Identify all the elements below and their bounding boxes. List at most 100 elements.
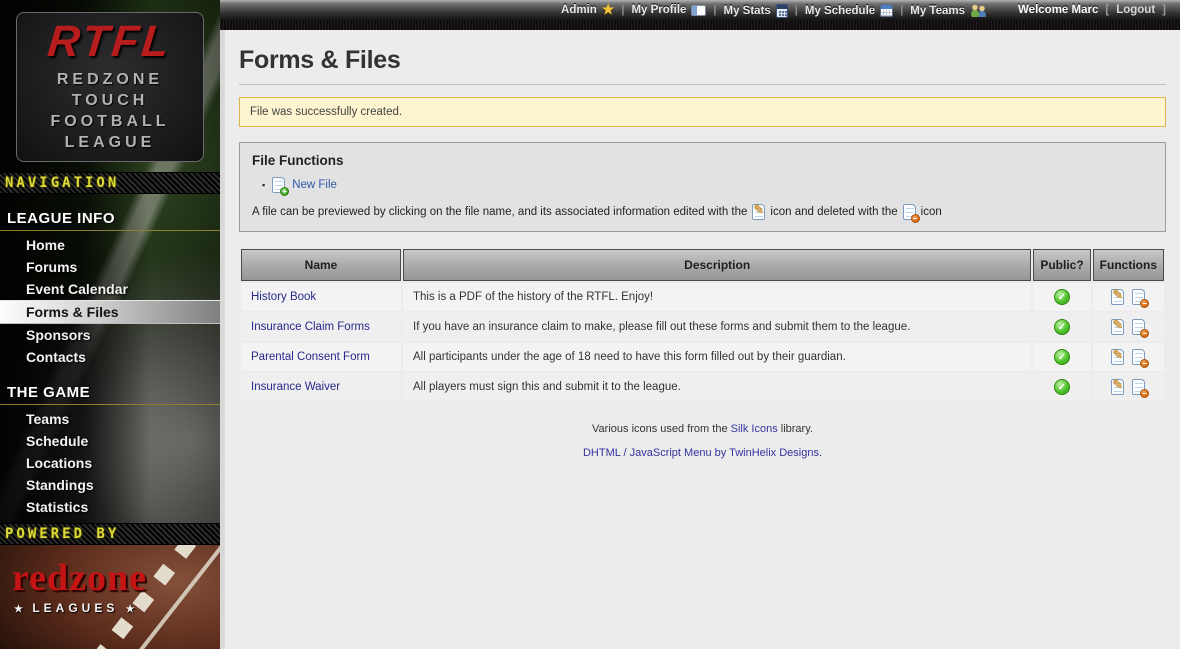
topbar-my-stats-link[interactable]: My Stats bbox=[724, 4, 788, 18]
edit-file-icon[interactable]: ✎ bbox=[1111, 379, 1124, 395]
twinhelix-link[interactable]: DHTML / JavaScript Menu by TwinHelix Des… bbox=[583, 447, 822, 459]
pencil-glyph: ✎ bbox=[1112, 287, 1123, 303]
topbar-separator: | bbox=[900, 4, 903, 16]
edit-file-icon[interactable]: ✎ bbox=[1111, 349, 1124, 365]
vcard-icon bbox=[691, 5, 706, 16]
public-cell: ✓ bbox=[1033, 313, 1090, 341]
delete-file-icon[interactable]: – bbox=[1132, 289, 1145, 305]
sidebar-item-statistics[interactable]: Statistics bbox=[0, 496, 220, 518]
column-header-functions[interactable]: Functions bbox=[1093, 249, 1164, 281]
table-row: Parental Consent Form All participants un… bbox=[241, 343, 1164, 371]
redzone-leagues-text: ★ LEAGUES ★ bbox=[14, 601, 137, 615]
pencil-glyph: ✎ bbox=[1112, 347, 1123, 363]
credit-suffix: library. bbox=[781, 423, 813, 435]
file-functions-title: File Functions bbox=[252, 153, 1153, 168]
file-functions-help: A file can be previewed by clicking on t… bbox=[252, 204, 1153, 220]
delete-file-icon[interactable]: – bbox=[1132, 379, 1145, 395]
calendar-icon bbox=[880, 4, 893, 17]
my-teams-label: My Teams bbox=[910, 5, 965, 17]
sidebar-item-forums[interactable]: Forums bbox=[0, 256, 220, 278]
edit-file-icon[interactable]: ✎ bbox=[1111, 319, 1124, 335]
minus-badge: – bbox=[1140, 299, 1149, 308]
sidebar-item-sponsors[interactable]: Sponsors bbox=[0, 324, 220, 346]
sidebar-section-league-info: LEAGUE INFO Home Forums Event Calendar F… bbox=[0, 194, 220, 368]
sidebar-item-forms-files[interactable]: Forms & Files bbox=[0, 300, 220, 324]
minus-badge: – bbox=[911, 214, 920, 223]
credit-prefix: Various icons used from the bbox=[592, 423, 728, 435]
file-description: All participants under the age of 18 nee… bbox=[403, 343, 1031, 371]
topbar-separator: | bbox=[795, 4, 798, 16]
plus-badge: + bbox=[280, 187, 289, 196]
logo-word: TOUCH bbox=[50, 91, 169, 112]
topbar-my-profile-link[interactable]: My Profile bbox=[631, 4, 706, 16]
flash-message: File was successfully created. bbox=[239, 97, 1166, 127]
public-cell: ✓ bbox=[1033, 283, 1090, 311]
file-name-cell: Insurance Claim Forms bbox=[241, 313, 401, 341]
my-stats-label: My Stats bbox=[724, 5, 771, 17]
main-content: Forms & Files File was successfully crea… bbox=[220, 30, 1180, 649]
column-header-description[interactable]: Description bbox=[403, 249, 1031, 281]
calculator-icon bbox=[776, 4, 788, 18]
column-header-public[interactable]: Public? bbox=[1033, 249, 1090, 281]
public-cell: ✓ bbox=[1033, 373, 1090, 401]
file-name-cell: History Book bbox=[241, 283, 401, 311]
new-file-link[interactable]: New File bbox=[292, 179, 337, 191]
file-name-link[interactable]: Insurance Waiver bbox=[251, 381, 340, 393]
sidebar-item-locations[interactable]: Locations bbox=[0, 452, 220, 474]
pencil-glyph: ✎ bbox=[1112, 317, 1123, 333]
delete-file-icon[interactable]: – bbox=[1132, 319, 1145, 335]
logout-link[interactable]: Logout bbox=[1116, 4, 1155, 16]
bullet-glyph: ▪ bbox=[262, 181, 265, 190]
icons-credit: Various icons used from the Silk Icons l… bbox=[239, 423, 1166, 435]
group-icon bbox=[970, 4, 987, 17]
sidebar-item-home[interactable]: Home bbox=[0, 234, 220, 256]
menu-credit: DHTML / JavaScript Menu by TwinHelix Des… bbox=[239, 447, 1166, 459]
public-check-icon: ✓ bbox=[1054, 379, 1070, 395]
table-row: Insurance Claim Forms If you have an insu… bbox=[241, 313, 1164, 341]
file-description: If you have an insurance claim to make, … bbox=[403, 313, 1031, 341]
minus-badge: – bbox=[1140, 389, 1149, 398]
file-description: This is a PDF of the history of the RTFL… bbox=[403, 283, 1031, 311]
sidebar-item-contacts[interactable]: Contacts bbox=[0, 346, 220, 368]
title-divider bbox=[239, 84, 1166, 85]
sidebar-item-standings[interactable]: Standings bbox=[0, 474, 220, 496]
page-title: Forms & Files bbox=[239, 46, 1166, 75]
topbar-separator: | bbox=[713, 4, 716, 16]
sidebar-item-teams[interactable]: Teams bbox=[0, 408, 220, 430]
bracket-glyph: [ bbox=[1105, 4, 1109, 16]
table-row: Insurance Waiver All players must sign th… bbox=[241, 373, 1164, 401]
new-file-icon[interactable]: + bbox=[272, 177, 285, 193]
navigation-banner: NAVIGATION bbox=[0, 172, 220, 194]
new-file-row: ▪ + New File bbox=[262, 177, 1153, 193]
file-name-link[interactable]: History Book bbox=[251, 291, 316, 303]
delete-file-icon[interactable]: – bbox=[1132, 349, 1145, 365]
functions-cell: ✎– bbox=[1093, 313, 1164, 341]
functions-cell: ✎– bbox=[1093, 373, 1164, 401]
bracket-glyph: ] bbox=[1162, 4, 1166, 16]
help-text-before: A file can be previewed by clicking on t… bbox=[252, 206, 747, 218]
pencil-glyph: ✎ bbox=[1112, 377, 1123, 393]
topbar-my-schedule-link[interactable]: My Schedule bbox=[805, 4, 893, 17]
public-check-icon: ✓ bbox=[1054, 319, 1070, 335]
sidebar-item-event-calendar[interactable]: Event Calendar bbox=[0, 278, 220, 300]
sidebar-item-schedule[interactable]: Schedule bbox=[0, 430, 220, 452]
edit-file-icon[interactable]: ✎ bbox=[1111, 289, 1124, 305]
file-description: All players must sign this and submit it… bbox=[403, 373, 1031, 401]
file-name-link[interactable]: Parental Consent Form bbox=[251, 351, 370, 363]
topbar-my-teams-link[interactable]: My Teams bbox=[910, 4, 987, 17]
files-table: Name Description Public? Functions Histo… bbox=[239, 247, 1166, 403]
delete-page-icon: – bbox=[903, 204, 916, 220]
edit-page-icon: ✎ bbox=[752, 204, 765, 220]
minus-badge: – bbox=[1140, 359, 1149, 368]
help-text-between: icon and deleted with the bbox=[770, 206, 897, 218]
leagues-label: LEAGUES bbox=[32, 601, 118, 615]
silk-icons-link[interactable]: Silk Icons bbox=[731, 423, 778, 435]
pencil-glyph: ✎ bbox=[753, 202, 764, 218]
topbar-admin-link[interactable]: Admin ★ bbox=[561, 4, 614, 16]
section-title-the-game: THE GAME bbox=[0, 384, 220, 405]
file-name-link[interactable]: Insurance Claim Forms bbox=[251, 321, 370, 333]
league-logo-acronym: RTFL bbox=[46, 20, 174, 64]
column-header-name[interactable]: Name bbox=[241, 249, 401, 281]
logo-word: LEAGUE bbox=[50, 133, 169, 154]
my-schedule-label: My Schedule bbox=[805, 5, 875, 17]
